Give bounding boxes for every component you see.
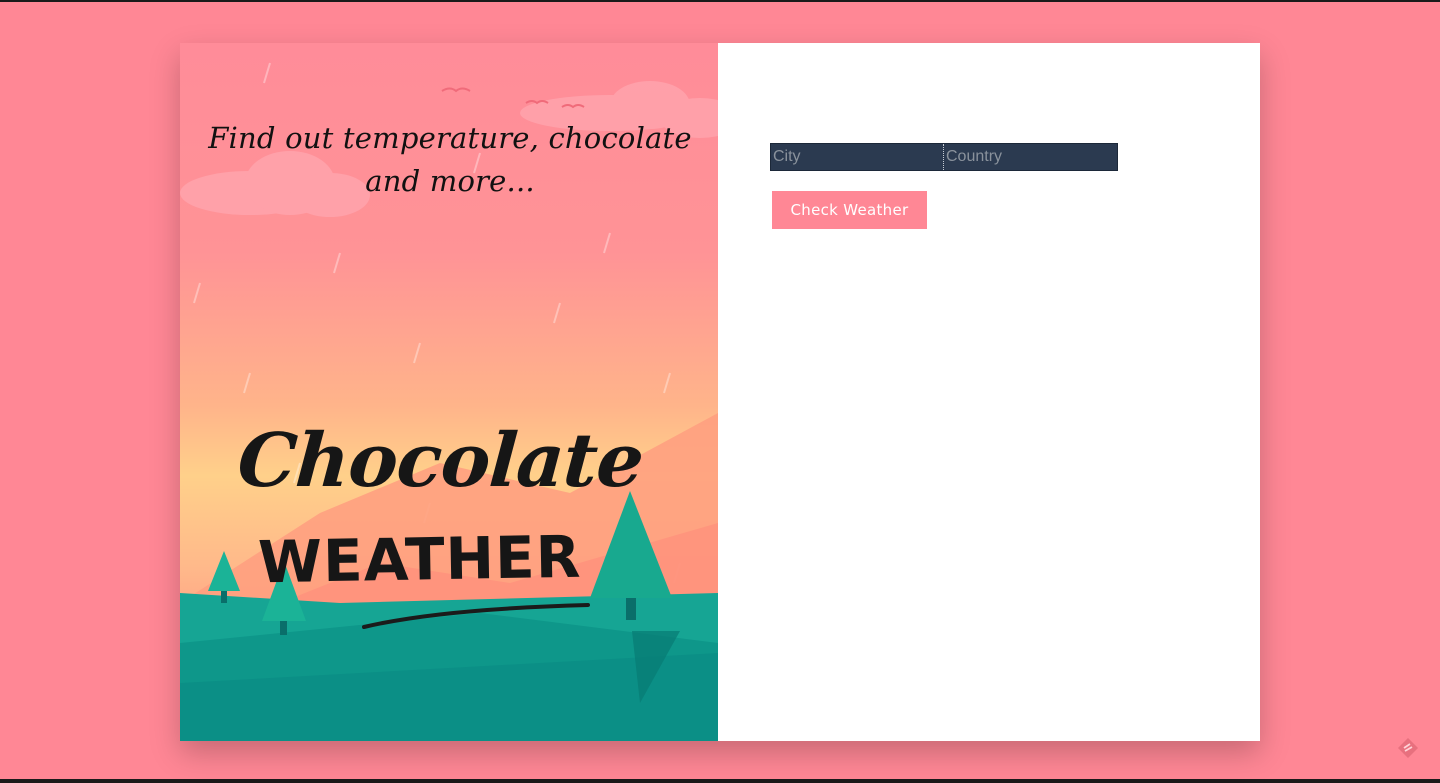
codepen-feather-icon[interactable] bbox=[1396, 736, 1420, 760]
logo-word-chocolate: Chocolate bbox=[234, 418, 646, 504]
weather-card: Find out temperature, chocolate and more… bbox=[180, 43, 1260, 741]
country-input[interactable] bbox=[944, 144, 1118, 170]
hero-illustration: Find out temperature, chocolate and more… bbox=[180, 43, 718, 741]
check-weather-button[interactable]: Check Weather bbox=[772, 191, 927, 229]
page-background: Find out temperature, chocolate and more… bbox=[0, 2, 1440, 779]
logo-word-weather: WEATHER bbox=[257, 522, 582, 597]
hero-tagline: Find out temperature, chocolate and more… bbox=[208, 121, 692, 198]
form-panel: Check Weather bbox=[718, 43, 1260, 741]
location-inputs bbox=[770, 143, 1118, 171]
city-input[interactable] bbox=[771, 144, 944, 170]
